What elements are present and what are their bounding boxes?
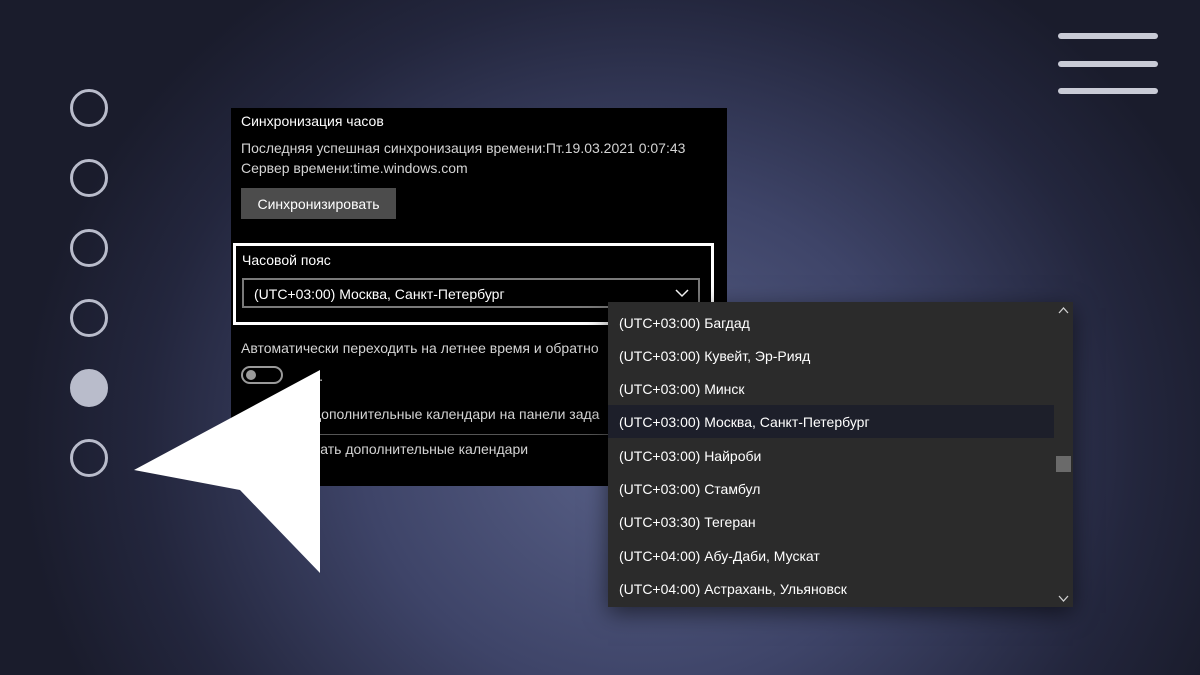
indicator-dot [70,159,108,197]
add-calendars-link[interactable]: вать дополнительные календари [313,441,528,457]
scroll-down-icon[interactable] [1058,593,1069,604]
timezone-option[interactable]: (UTC+03:00) Найроби [608,439,1054,472]
dropdown-scrollbar[interactable] [1054,302,1073,607]
timezone-option[interactable]: (UTC+03:00) Багдад [608,306,1054,339]
clock-sync-title: Синхронизация часов [241,113,384,129]
divider [241,434,661,435]
scroll-up-icon[interactable] [1058,305,1069,316]
timezone-option[interactable]: (UTC+03:00) Минск [608,372,1054,405]
indicator-dot-active [70,369,108,407]
dst-toggle-label: л. [311,368,324,384]
indicator-dot [70,229,108,267]
last-sync-text: Последняя успешная синхронизация времени… [241,140,686,156]
hamburger-menu-icon[interactable] [1058,33,1158,97]
show-calendars-label: дополнительные календари на панели зада [313,406,600,422]
sync-now-button[interactable]: Синхронизировать [241,188,396,219]
dst-toggle[interactable] [241,366,283,384]
time-server-text: Сервер времени:time.windows.com [241,160,468,176]
indicator-dot [70,89,108,127]
indicator-dot [70,439,108,477]
timezone-select-value: (UTC+03:00) Москва, Санкт-Петербург [254,286,505,302]
timezone-option-selected[interactable]: (UTC+03:00) Москва, Санкт-Петербург [608,405,1054,438]
chevron-down-icon [675,289,689,298]
indicator-dot [70,299,108,337]
scrollbar-thumb[interactable] [1056,456,1071,472]
timezone-label: Часовой пояс [242,252,331,268]
timezone-option[interactable]: (UTC+03:00) Кувейт, Эр-Рияд [608,339,1054,372]
timezone-dropdown-list[interactable]: (UTC+03:00) Багдад (UTC+03:00) Кувейт, Эр… [608,302,1073,607]
dst-label: Автоматически переходить на летнее время… [241,340,599,356]
timezone-option[interactable]: (UTC+03:30) Тегеран [608,505,1054,538]
timezone-option[interactable]: (UTC+04:00) Абу-Даби, Мускат [608,539,1054,572]
timezone-option[interactable]: (UTC+04:00) Астрахань, Ульяновск [608,572,1054,605]
timezone-option[interactable]: (UTC+03:00) Стамбул [608,472,1054,505]
